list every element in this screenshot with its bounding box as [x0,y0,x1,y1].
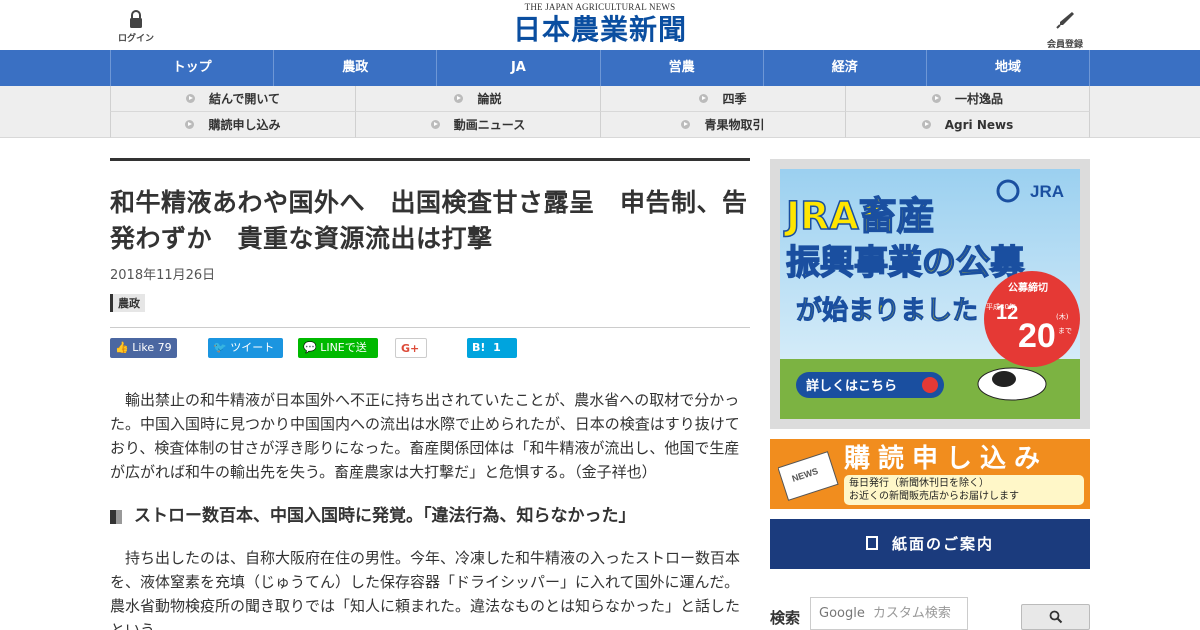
login-label: ログイン [117,34,154,44]
deadline-day: 20 [1018,317,1056,355]
nav-item-ja[interactable]: JA [436,50,599,86]
sub-nav: 結んで開いて 論説 四季 一村逸品 購読申し込み 動画ニュース 青果物取引 Ag… [0,86,1200,138]
subnav-item-isson[interactable]: 一村逸品 [845,86,1090,112]
play-arrow-icon [922,377,938,393]
subnav-label: 四季 [722,92,747,106]
search-input[interactable]: Google カスタム検索 [810,597,968,630]
cta-label: 詳しくはこちら [806,378,897,394]
subscribe-ad-banner[interactable]: NEWS 購読申し込み 毎日発行（新聞休刊日を除く） お近くの新聞販売店からお届… [770,439,1090,509]
jra-ad-line2: 振興事業の公募 [786,243,1025,283]
twitter-bird-icon: 🐦 [213,341,227,354]
article-date: 2018年11月26日 [110,268,216,283]
cow-spot [992,371,1016,387]
logo-japanese: 日本農業新聞 [512,13,687,46]
arrow-circle-icon [454,94,464,103]
subnav-item-produce[interactable]: 青果物取引 [600,112,845,138]
subnav-label: 青果物取引 [704,118,765,132]
deadline-until: まで [1058,327,1072,335]
jra-ad-banner[interactable]: JRA JRA畜産 振興事業の公募 が始まりました 公募締切 平成30年 12 … [770,159,1090,429]
subnav-item-shiki[interactable]: 四季 [600,86,845,112]
hatena-count: 1 [493,341,501,354]
nav-item-economy[interactable]: 経済 [762,50,926,86]
member-register-label: 会員登録 [1046,40,1083,50]
subscribe-ad-title: 購読申し込み [844,444,1049,474]
search-button[interactable] [1021,604,1090,630]
tweet-label: ツイート [230,341,275,354]
search-box: 検索 Google カスタム検索 [770,597,1090,630]
subscribe-note-line1: 毎日発行（新聞休刊日を除く） [849,478,989,489]
divider [110,158,750,161]
subnav-label: 動画ニュース [453,118,526,132]
category-tag[interactable]: 農政 [110,294,145,312]
gplus-label: G+ [401,342,420,355]
article-subheading: ストロー数百本、中国入国時に発覚。「違法行為、知らなかった」 [110,504,750,528]
search-icon [1049,610,1063,624]
paper-guide-label: 紙面のご案内 [891,535,994,553]
nav-item-region[interactable]: 地域 [925,50,1091,86]
jra-logo-text: JRA [1030,182,1064,201]
arrow-circle-icon [430,120,440,129]
tweet-button[interactable]: 🐦 ツイート [208,338,283,358]
line-icon: 💬 [303,341,317,354]
jra-ad-line1: JRA畜産 [783,194,935,238]
login-button[interactable]: ログイン [117,10,155,44]
article: 和牛精液あわや国外へ 出国検査甘さ露呈 申告制、告発わずか 貴重な資源流出は打撃… [110,158,750,630]
subnav-label: 一村逸品 [954,92,1003,106]
subscribe-ad-note: 毎日発行（新聞休刊日を除く） お近くの新聞販売店からお届けします [844,475,1084,505]
facebook-like-button[interactable]: 👍 Like 79 [110,338,177,358]
hatena-bookmark-button[interactable]: B! 1 [467,338,517,358]
subheading-text: ストロー数百本、中国入国時に発覚。「違法行為、知らなかった」 [134,506,636,526]
page-icon [865,535,878,550]
hatena-label: B! [472,341,486,354]
share-buttons: 👍 Like 79 🐦 ツイート 💬 LINEで送る G+ B! 1 [110,338,750,374]
facebook-label: Like [132,341,155,354]
thumbs-up-icon: 👍 [115,341,129,354]
article-paragraph: 持ち出したのは、自称大阪府在住の男性。今年、冷凍した和牛精液の入ったストロー数百… [110,549,741,630]
google-brand: Google [819,606,865,621]
deadline-month: 12 [996,302,1018,324]
subnav-label: 結んで開いて [208,92,281,106]
search-placeholder: カスタム検索 [872,606,951,621]
logo-english: THE JAPAN AGRICULTURAL NEWS [524,2,676,12]
divider [110,327,750,328]
line-share-button[interactable]: 💬 LINEで送る [298,338,378,374]
article-title: 和牛精液あわや国外へ 出国検査甘さ露呈 申告制、告発わずか 貴重な資源流出は打撃 [110,188,748,253]
paper-guide-button[interactable]: 紙面のご案内 [770,519,1090,569]
article-body: 輸出禁止の和牛精液が日本国外へ不正に持ち出されていたことが、農水省への取材で分か… [110,388,750,630]
subnav-label: Agri News [944,118,1014,132]
nav-item-policy[interactable]: 農政 [273,50,436,86]
subnav-item-subscribe[interactable]: 購読申し込み [110,112,355,138]
arrow-circle-icon [921,120,931,129]
site-header: ログイン THE JAPAN AGRICULTURAL NEWS 日本農業新聞 … [0,0,1200,50]
main-nav: トップ 農政 JA 営農 経済 地域 [0,50,1200,86]
nav-item-top[interactable]: トップ [110,50,273,86]
article-paragraph: 輸出禁止の和牛精液が日本国外へ不正に持ち出されていたことが、農水省への取材で分か… [110,391,740,481]
arrow-circle-icon [681,120,691,129]
jra-ad-graphic: JRA JRA畜産 振興事業の公募 が始まりました 公募締切 平成30年 12 … [780,169,1080,419]
deadline-weekday: (木) [1056,312,1069,321]
site-logo[interactable]: THE JAPAN AGRICULTURAL NEWS 日本農業新聞 [500,2,700,48]
newspaper-icon: NEWS [778,451,839,501]
pen-icon [1056,12,1074,29]
jra-ad-line3: が始まりました [796,295,978,326]
arrow-circle-icon [931,94,941,103]
subnav-item-video[interactable]: 動画ニュース [355,112,600,138]
subnav-item-agrinews[interactable]: Agri News [845,112,1090,138]
lock-icon [130,10,142,28]
subscribe-note-line2: お近くの新聞販売店からお届けします [849,491,1019,502]
subnav-label: 購読申し込み [208,118,281,132]
subnav-item-editorial[interactable]: 論説 [355,86,600,112]
heading-marker-icon [110,510,122,524]
deadline-label: 公募締切 [1008,281,1048,294]
arrow-circle-icon [185,120,195,129]
google-plus-button[interactable]: G+ [395,338,427,358]
member-register-button[interactable]: 会員登録 [1045,10,1085,50]
subnav-label: 論説 [477,92,502,106]
facebook-count: 79 [157,341,172,354]
nav-item-farming[interactable]: 営農 [599,50,763,86]
search-label: 検索 [770,609,801,627]
arrow-circle-icon [699,94,709,103]
arrow-circle-icon [185,94,195,103]
subnav-item-musunde[interactable]: 結んで開いて [110,86,355,112]
